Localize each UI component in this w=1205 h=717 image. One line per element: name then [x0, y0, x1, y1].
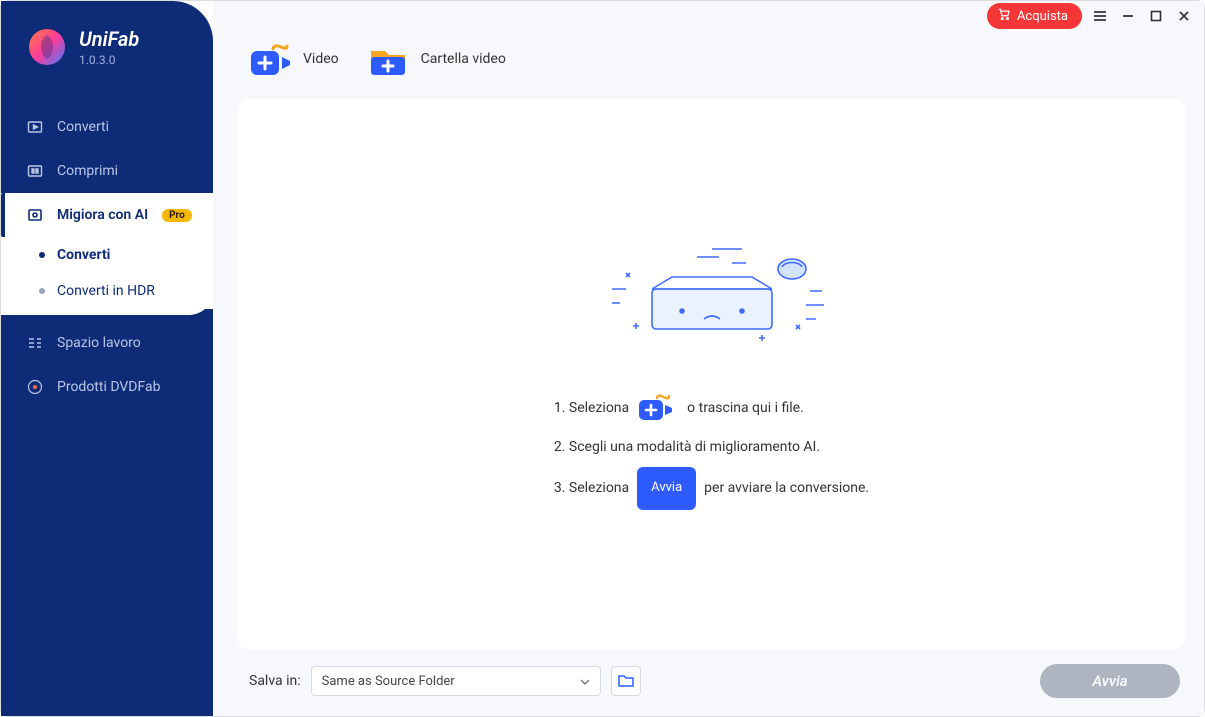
ai-icon — [27, 207, 43, 223]
sidebar-item-compress[interactable]: Comprimi — [1, 149, 213, 193]
start-chip: Avvia — [637, 467, 696, 509]
start-button[interactable]: Avvia — [1040, 664, 1180, 698]
bullet-icon — [39, 252, 45, 258]
dvdfab-icon — [27, 379, 43, 395]
app-version: 1.0.3.0 — [79, 53, 139, 67]
main-area: Video Cartella video — [213, 1, 1204, 716]
step-text: 3. Seleziona — [554, 469, 629, 508]
sidebar-sub-label: Converti — [57, 247, 110, 263]
sidebar-label: Prodotti DVDFab — [57, 379, 160, 395]
sidebar-item-workspace[interactable]: Spazio lavoro — [1, 321, 213, 365]
step-text: 1. Seleziona — [554, 389, 629, 428]
minimize-button[interactable] — [1118, 6, 1138, 26]
add-video-button[interactable]: Video — [249, 39, 339, 79]
compress-icon — [27, 163, 43, 179]
menu-icon[interactable] — [1090, 6, 1110, 26]
play-box-icon — [27, 119, 43, 135]
bullet-icon — [39, 288, 45, 294]
workspace-icon — [27, 335, 43, 351]
add-folder-icon — [367, 39, 409, 79]
cart-icon — [997, 7, 1011, 25]
step-text: per avviare la conversione. — [704, 469, 869, 508]
empty-illustration — [582, 239, 842, 349]
sidebar: UniFab 1.0.3.0 Converti Comprimi Migiora… — [1, 1, 213, 716]
save-in-label: Salva in: — [249, 673, 301, 689]
sidebar-sub-convert[interactable]: Converti — [1, 237, 213, 273]
maximize-button[interactable] — [1146, 6, 1166, 26]
pro-badge: Pro — [162, 209, 192, 222]
folder-icon — [618, 672, 634, 691]
add-folder-button[interactable]: Cartella video — [367, 39, 506, 79]
app-logo — [27, 27, 67, 67]
sidebar-item-convert[interactable]: Converti — [1, 105, 213, 149]
sidebar-label: Spazio lavoro — [57, 335, 141, 351]
sidebar-item-enhance-ai[interactable]: Migiora con AI Pro — [1, 193, 213, 237]
browse-folder-button[interactable] — [611, 666, 641, 696]
sidebar-sub-convert-hdr[interactable]: Converti in HDR — [1, 273, 213, 309]
add-folder-label: Cartella video — [421, 51, 506, 67]
sidebar-label: Migiora con AI — [57, 207, 148, 223]
step-text: o trascina qui i file. — [687, 389, 804, 428]
close-button[interactable] — [1174, 6, 1194, 26]
brand: UniFab 1.0.3.0 — [1, 1, 213, 87]
chevron-down-icon — [580, 674, 590, 689]
sidebar-sub-label: Converti in HDR — [57, 283, 155, 299]
destination-select[interactable]: Same as Source Folder — [311, 666, 601, 696]
instruction-steps: 1. Seleziona o trascina qui i file. 2. S… — [554, 389, 869, 510]
app-name: UniFab — [79, 27, 139, 51]
buy-button[interactable]: Acquista — [987, 3, 1082, 29]
add-video-icon — [249, 39, 291, 79]
destination-value: Same as Source Folder — [322, 674, 455, 689]
step-text: 2. Scegli una modalità di miglioramento … — [554, 428, 820, 467]
sidebar-item-dvdfab[interactable]: Prodotti DVDFab — [1, 365, 213, 409]
mini-add-video-icon[interactable] — [637, 394, 679, 424]
drop-zone[interactable]: 1. Seleziona o trascina qui i file. 2. S… — [237, 99, 1186, 650]
sidebar-label: Converti — [57, 119, 109, 135]
buy-label: Acquista — [1017, 9, 1068, 24]
sidebar-label: Comprimi — [57, 163, 118, 179]
add-video-label: Video — [303, 51, 339, 67]
